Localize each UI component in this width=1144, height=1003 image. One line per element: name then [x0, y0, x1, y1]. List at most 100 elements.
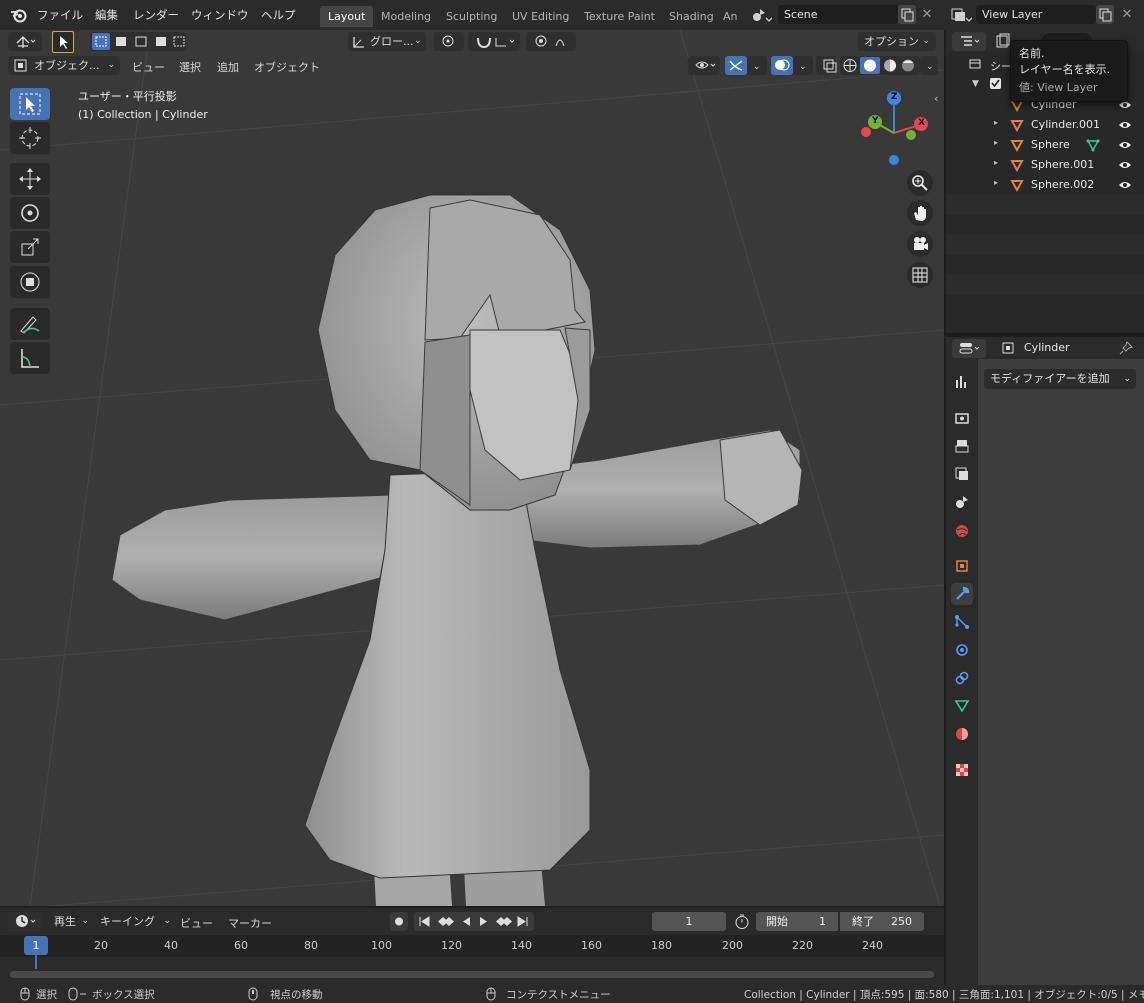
select-box-tool[interactable] [10, 88, 50, 120]
playback-menu[interactable]: 再生 ⌄ [48, 912, 92, 931]
scene-name-field[interactable]: Scene [778, 5, 898, 24]
editor-type-button[interactable] [8, 32, 42, 51]
tab-physics[interactable] [951, 639, 973, 661]
menu-add[interactable]: 追加 [217, 59, 239, 75]
menu-select[interactable]: 選択 [179, 59, 201, 75]
menu-edit[interactable]: 編集 [95, 7, 118, 23]
collection-checkbox[interactable] [990, 78, 1001, 89]
timeline-editor-type-button[interactable] [8, 912, 42, 931]
mode-dropdown[interactable]: オブジェク... ⌄ [8, 56, 120, 75]
collection-expand-icon[interactable]: ▼ [972, 79, 979, 89]
options-dropdown[interactable]: オプション ⌄ [858, 32, 936, 51]
outliner-row-sphere-001[interactable]: ▸ Sphere.001 [946, 155, 1144, 175]
chevron-down-icon[interactable]: ⌄ [920, 56, 938, 75]
menu-window[interactable]: ウィンドウ [191, 7, 249, 23]
zoom-icon[interactable] [907, 170, 933, 196]
view-layer-close-icon[interactable]: ✕ [1118, 5, 1136, 24]
tab-layout[interactable]: Layout [320, 6, 374, 27]
tab-view-layer[interactable] [951, 463, 973, 485]
tab-object[interactable] [951, 555, 973, 577]
playback-controls[interactable] [414, 912, 534, 931]
tab-animation[interactable]: An [719, 6, 742, 27]
end-frame-field[interactable]: 終了 250 [840, 912, 924, 931]
add-modifier-dropdown[interactable]: モディファイアーを追加 ⌄ [984, 369, 1136, 389]
playhead-frame-marker[interactable]: 1 [24, 936, 48, 955]
proportional-edit-buttons[interactable] [526, 32, 576, 51]
tab-modeling[interactable]: Modeling [373, 6, 439, 27]
view-layer-field[interactable]: View Layer [976, 5, 1096, 24]
expand-arrow-icon[interactable]: ▸ [994, 178, 998, 187]
annotate-tool[interactable] [10, 308, 50, 340]
shading-mode-buttons[interactable] [840, 56, 920, 75]
transform-tool[interactable] [10, 266, 50, 298]
move-tool[interactable] [10, 163, 50, 195]
tab-constraints[interactable] [951, 667, 973, 689]
keying-menu[interactable]: キーイング ⌄ [94, 912, 174, 931]
properties-editor-type-button[interactable] [952, 339, 986, 358]
scale-tool[interactable] [10, 231, 50, 263]
tab-texture[interactable] [951, 759, 973, 781]
tab-material[interactable] [951, 723, 973, 745]
outliner-editor-type-button[interactable] [952, 32, 986, 51]
view-layer-copy-icon[interactable] [1096, 5, 1114, 24]
chevron-down-icon[interactable]: ⌄ [747, 56, 767, 75]
xray-toggle-icon[interactable] [816, 56, 837, 75]
pivot-point-dropdown[interactable] [434, 32, 464, 51]
menu-view[interactable]: ビュー [132, 59, 165, 75]
mesh-data-icon[interactable] [1086, 138, 1100, 152]
eye-icon[interactable] [1118, 139, 1132, 151]
grid-toggle-icon[interactable] [907, 262, 933, 288]
menu-object[interactable]: オブジェクト [254, 59, 320, 75]
tab-modifiers[interactable] [951, 583, 973, 605]
tab-uv-editing[interactable]: UV Editing [504, 6, 577, 27]
menu-view[interactable]: ビュー [180, 915, 213, 931]
gizmo-toggle-icon[interactable] [725, 56, 747, 75]
expand-arrow-icon[interactable]: ▸ [994, 138, 998, 147]
eye-icon[interactable] [1118, 119, 1132, 131]
tab-data[interactable] [951, 695, 973, 717]
transform-orientation-dropdown[interactable]: グロー... ⌄ [348, 32, 426, 51]
menu-marker[interactable]: マーカー [228, 915, 272, 931]
expand-arrow-icon[interactable]: ▸ [994, 118, 998, 127]
blender-logo-icon[interactable] [10, 7, 28, 23]
view-layer-icon[interactable] [950, 6, 972, 24]
timeline-scrollbar[interactable] [10, 971, 934, 978]
menu-help[interactable]: ヘルプ [261, 7, 296, 23]
overlays-toggle-icon[interactable] [771, 56, 793, 75]
snap-dropdown[interactable] [468, 32, 520, 51]
cursor-tool[interactable] [10, 122, 50, 154]
outliner-row-sphere-002[interactable]: ▸ Sphere.002 [946, 175, 1144, 195]
rotate-tool[interactable] [10, 197, 50, 229]
tab-shading[interactable]: Shading [661, 6, 722, 27]
menu-file[interactable]: ファイル [37, 7, 83, 23]
stopwatch-icon[interactable] [732, 912, 752, 931]
pan-hand-icon[interactable] [907, 200, 933, 226]
tab-output[interactable] [951, 435, 973, 457]
select-mode-buttons[interactable] [90, 32, 186, 51]
select-tweak-icon[interactable] [52, 31, 74, 53]
tab-sculpting[interactable]: Sculpting [438, 6, 505, 27]
scene-icon[interactable] [750, 6, 772, 24]
expand-arrow-icon[interactable]: ▸ [994, 158, 998, 167]
tab-texture-paint[interactable]: Texture Paint [576, 6, 663, 27]
outliner-row-cylinder-001[interactable]: ▸ Cylinder.001 [946, 115, 1144, 135]
visibility-dropdown[interactable] [688, 56, 720, 75]
start-frame-field[interactable]: 開始 1 [756, 912, 838, 931]
current-frame-field[interactable]: 1 [652, 912, 726, 931]
scene-copy-icon[interactable] [898, 5, 916, 24]
menu-render[interactable]: レンダー [133, 7, 179, 23]
eye-icon[interactable] [1118, 159, 1132, 171]
tab-tool[interactable] [951, 371, 973, 393]
3d-viewport[interactable]: グロー... ⌄ オプション ⌄ オブジェク... ⌄ ビュー 選択 追加 オブ… [0, 30, 944, 906]
eye-icon[interactable] [1118, 179, 1132, 191]
chevron-left-icon[interactable]: ‹ [934, 92, 938, 105]
outliner-row-sphere[interactable]: ▸ Sphere [946, 135, 1144, 155]
tab-render[interactable] [951, 407, 973, 429]
camera-icon[interactable] [907, 231, 933, 257]
tab-world[interactable] [951, 520, 973, 542]
pin-icon[interactable] [1118, 340, 1134, 356]
measure-tool[interactable] [10, 342, 50, 374]
scene-close-icon[interactable]: ✕ [918, 5, 936, 24]
tab-particles[interactable] [951, 611, 973, 633]
tab-scene[interactable] [951, 491, 973, 513]
